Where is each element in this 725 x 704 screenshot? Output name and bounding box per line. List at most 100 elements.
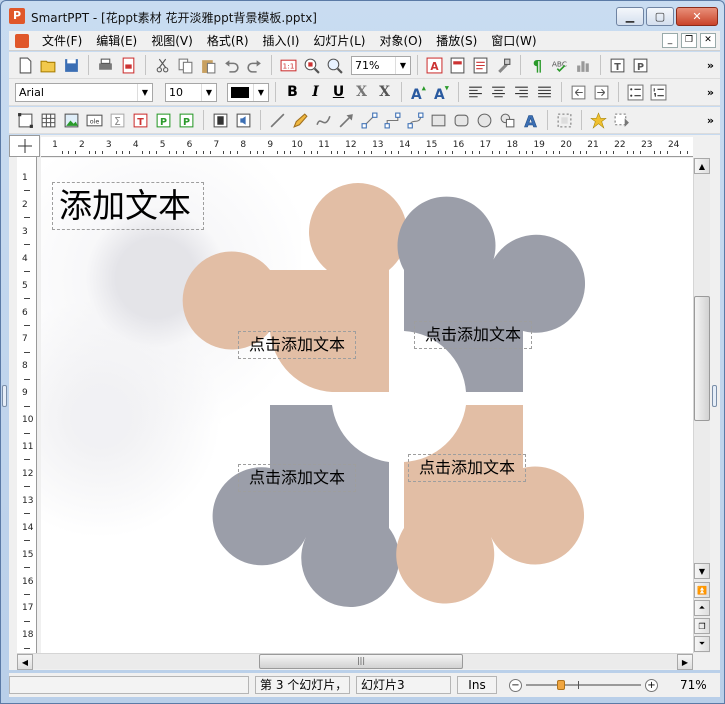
menu-file[interactable]: 文件(F) bbox=[35, 31, 89, 51]
ole-object-icon[interactable]: ole bbox=[84, 110, 105, 131]
slide-sorter-icon[interactable]: ❐ bbox=[694, 618, 710, 634]
group-icon[interactable] bbox=[554, 110, 575, 131]
right-panel-grip[interactable] bbox=[712, 385, 717, 407]
strikethrough-button[interactable]: X bbox=[374, 82, 395, 103]
zoom-select[interactable]: 71% ▼ bbox=[351, 55, 411, 75]
zoom-track[interactable] bbox=[526, 680, 641, 690]
slide-layout-icon[interactable] bbox=[447, 55, 468, 76]
vertical-scrollbar[interactable]: ▲ ▼ ⏫ ⏶ ❐ ⏷ bbox=[693, 158, 710, 653]
scroll-up-icon[interactable]: ▲ bbox=[694, 158, 710, 174]
next-slide-icon[interactable]: ⏷ bbox=[694, 636, 710, 652]
status-insert-mode[interactable]: Ins bbox=[457, 676, 497, 694]
select-frame-icon[interactable] bbox=[15, 110, 36, 131]
numbering-icon[interactable] bbox=[648, 82, 669, 103]
zoom-out-icon[interactable]: − bbox=[509, 678, 522, 692]
doc-close-button[interactable]: ✕ bbox=[700, 33, 716, 48]
elbow-connector-icon[interactable] bbox=[382, 110, 403, 131]
minimize-button[interactable]: ▁ bbox=[616, 7, 644, 26]
horizontal-scrollbar[interactable]: ◀ ||| ▶ bbox=[17, 653, 693, 670]
animation-icon[interactable] bbox=[611, 110, 632, 131]
text-box-top-left[interactable]: 点击添加文本 bbox=[238, 331, 356, 359]
toolbar-overflow-icon[interactable]: » bbox=[707, 114, 714, 127]
zoom-slider[interactable]: − + 71% bbox=[509, 678, 707, 692]
copy-icon[interactable] bbox=[175, 55, 196, 76]
placeholder-box-icon[interactable]: P bbox=[176, 110, 197, 131]
close-button[interactable]: ✕ bbox=[676, 7, 718, 26]
picture-frame-icon[interactable]: P bbox=[630, 55, 651, 76]
horizontal-ruler[interactable]: 1234567891011121314151617181920212223242… bbox=[41, 137, 693, 157]
previous-slide-icon[interactable]: ⏶ bbox=[694, 600, 710, 616]
fill-color-select[interactable]: ▼ bbox=[227, 82, 269, 102]
open-icon[interactable] bbox=[38, 55, 59, 76]
font-name-select[interactable]: Arial ▼ bbox=[15, 82, 153, 102]
arrow-icon[interactable] bbox=[336, 110, 357, 131]
sound-icon[interactable] bbox=[233, 110, 254, 131]
menu-edit[interactable]: 编辑(E) bbox=[89, 31, 144, 51]
film-icon[interactable] bbox=[210, 110, 231, 131]
bullets-icon[interactable] bbox=[625, 82, 646, 103]
outline-icon[interactable] bbox=[470, 55, 491, 76]
text-box-bottom-left[interactable]: 点击添加文本 bbox=[238, 464, 356, 492]
ruler-corner[interactable] bbox=[9, 135, 40, 157]
cut-icon[interactable] bbox=[152, 55, 173, 76]
text-color-icon[interactable]: A bbox=[424, 55, 445, 76]
format-painter-icon[interactable] bbox=[493, 55, 514, 76]
picture-box-icon[interactable]: P bbox=[153, 110, 174, 131]
justify-icon[interactable] bbox=[534, 82, 555, 103]
menu-view[interactable]: 视图(V) bbox=[144, 31, 200, 51]
left-panel-grip[interactable] bbox=[2, 385, 7, 407]
zoom-page-icon[interactable] bbox=[301, 55, 322, 76]
scroll-down-icon[interactable]: ▼ bbox=[694, 563, 710, 579]
spell-check-icon[interactable]: ABC bbox=[550, 55, 571, 76]
document-icon[interactable] bbox=[15, 33, 29, 48]
menu-object[interactable]: 对象(O) bbox=[372, 31, 429, 51]
print-icon[interactable] bbox=[95, 55, 116, 76]
zoom-knob[interactable] bbox=[556, 680, 565, 690]
line-icon[interactable] bbox=[267, 110, 288, 131]
curved-connector-icon[interactable] bbox=[405, 110, 426, 131]
connector-icon[interactable] bbox=[359, 110, 380, 131]
font-size-select[interactable]: 10 ▼ bbox=[165, 82, 217, 102]
ellipse-icon[interactable] bbox=[474, 110, 495, 131]
align-left-icon[interactable] bbox=[465, 82, 486, 103]
italic-button[interactable]: I bbox=[305, 82, 326, 103]
decrease-indent-icon[interactable] bbox=[568, 82, 589, 103]
save-icon[interactable] bbox=[61, 55, 82, 76]
menu-format[interactable]: 格式(R) bbox=[200, 31, 256, 51]
underline-button[interactable]: U bbox=[328, 82, 349, 103]
star-icon[interactable] bbox=[588, 110, 609, 131]
scroll-left-icon[interactable]: ◀ bbox=[17, 654, 33, 670]
actual-size-icon[interactable]: 1:1 bbox=[278, 55, 299, 76]
image-icon[interactable] bbox=[61, 110, 82, 131]
vertical-scroll-thumb[interactable] bbox=[694, 296, 710, 421]
petal-top-left[interactable] bbox=[182, 183, 408, 392]
shadow-button[interactable]: X bbox=[351, 82, 372, 103]
grow-font-icon[interactable]: A bbox=[408, 82, 429, 103]
text-box-icon[interactable]: T bbox=[130, 110, 151, 131]
table-icon[interactable] bbox=[38, 110, 59, 131]
pdf-icon[interactable] bbox=[118, 55, 139, 76]
redo-icon[interactable] bbox=[244, 55, 265, 76]
formula-icon[interactable]: Σ bbox=[107, 110, 128, 131]
curve-icon[interactable] bbox=[313, 110, 334, 131]
align-center-icon[interactable] bbox=[488, 82, 509, 103]
menu-slide[interactable]: 幻灯片(L) bbox=[306, 31, 372, 51]
maximize-button[interactable]: ▢ bbox=[646, 7, 674, 26]
menu-insert[interactable]: 插入(I) bbox=[256, 31, 307, 51]
increase-indent-icon[interactable] bbox=[591, 82, 612, 103]
chart-icon[interactable] bbox=[573, 55, 594, 76]
petal-top-right[interactable] bbox=[397, 196, 586, 392]
toolbar-overflow-icon[interactable]: » bbox=[707, 59, 714, 72]
new-icon[interactable] bbox=[15, 55, 36, 76]
align-right-icon[interactable] bbox=[511, 82, 532, 103]
slide-canvas[interactable]: 添加文本 点击添加文本 点击添加文本 点击添加文本 点击添加文本 bbox=[41, 158, 693, 653]
paragraph-marks-icon[interactable]: ¶ bbox=[527, 55, 548, 76]
horizontal-scroll-thumb[interactable]: ||| bbox=[259, 654, 463, 669]
zoom-in-icon[interactable]: + bbox=[645, 678, 658, 692]
text-box-bottom-right[interactable]: 点击添加文本 bbox=[408, 454, 526, 482]
pencil-icon[interactable] bbox=[290, 110, 311, 131]
toolbar-overflow-icon[interactable]: » bbox=[707, 86, 714, 99]
first-slide-icon[interactable]: ⏫ bbox=[694, 582, 710, 598]
shapes-icon[interactable] bbox=[497, 110, 518, 131]
slide-title[interactable]: 添加文本 bbox=[52, 182, 204, 230]
